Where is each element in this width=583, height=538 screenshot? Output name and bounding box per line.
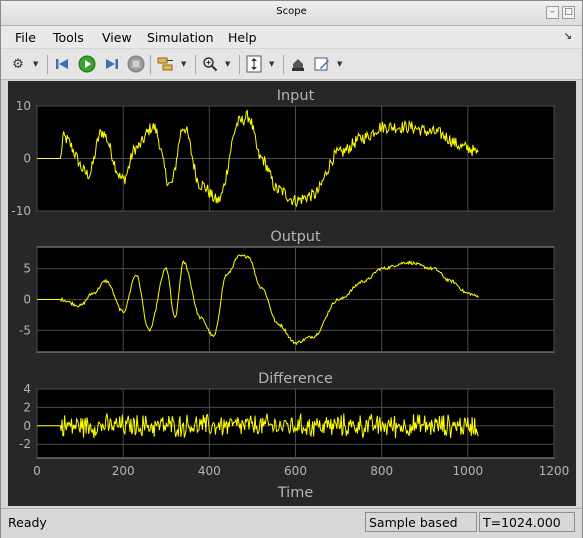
x-tick-label: 600	[284, 464, 307, 478]
y-tick-label: 0	[23, 152, 31, 166]
signal-select-icon[interactable]	[156, 54, 176, 74]
x-tick-label: 800	[370, 464, 393, 478]
zoom-dropdown-icon[interactable]: ▼	[225, 60, 230, 68]
x-tick-label: 400	[198, 464, 221, 478]
status-time: T=1024.000	[479, 512, 575, 532]
scope-plots: -10010Input-505Output-2024Difference0 200…	[11, 88, 570, 501]
x-tick-label: 1000	[453, 464, 484, 478]
x-tick-label: 0	[33, 464, 41, 478]
run-icon[interactable]	[78, 54, 96, 74]
y-tick-label: 4	[23, 382, 31, 396]
step-back-icon[interactable]	[53, 54, 71, 74]
x-tick-label: 200	[112, 464, 135, 478]
menu-simulation[interactable]: Simulation	[147, 30, 214, 45]
y-tick-label: -10	[11, 204, 31, 218]
plot-title: Difference	[258, 371, 333, 387]
scope-window: Scope – □ File Tools View Simulation Hel…	[0, 0, 583, 538]
edit-dropdown-icon[interactable]: ▼	[337, 60, 342, 68]
autoscale-dropdown-icon[interactable]: ▼	[269, 60, 274, 68]
plot-area: -10 0 10 Input -5 0 5 Output -2 0 2 4 Difference 0 200…	[8, 81, 576, 506]
highlight-icon[interactable]	[289, 54, 307, 74]
menu-file[interactable]: File	[15, 30, 36, 45]
y-tick-label: 0	[23, 419, 31, 433]
y-tick-label: -2	[19, 437, 31, 451]
step-forward-icon[interactable]	[103, 54, 121, 74]
x-axis-label: Time	[277, 485, 314, 501]
status-mode: Sample based	[365, 512, 477, 532]
maximize-icon[interactable]: □	[562, 6, 575, 19]
autoscale-icon[interactable]	[245, 54, 263, 74]
undock-icon[interactable]: ↘	[564, 31, 572, 42]
minimize-icon[interactable]: –	[546, 6, 559, 19]
status-state: Ready	[8, 515, 47, 530]
toolbar-separator	[239, 55, 240, 74]
menu-bar: File Tools View Simulation Help ↘	[1, 26, 582, 48]
menu-help[interactable]: Help	[228, 30, 257, 45]
toolbar-separator	[195, 55, 196, 74]
toolbar-separator	[283, 55, 284, 74]
gear-dropdown-icon[interactable]: ▼	[33, 60, 38, 68]
toolbar-separator	[47, 55, 48, 74]
gear-icon[interactable]: ⚙	[9, 54, 27, 74]
toolbar: ⚙ ▼ ▼ ▼ ▼ ▼	[1, 49, 582, 80]
signal-select-dropdown-icon[interactable]: ▼	[181, 60, 186, 68]
y-tick-label: 0	[23, 293, 31, 307]
stop-icon[interactable]	[127, 54, 145, 74]
y-tick-label: 2	[23, 400, 31, 414]
edit-icon[interactable]	[313, 54, 331, 74]
plot-title: Input	[277, 88, 315, 104]
window-title: Scope	[276, 6, 307, 17]
plot-title: Output	[270, 229, 321, 245]
menu-tools[interactable]: Tools	[53, 30, 84, 45]
zoom-in-icon[interactable]	[201, 54, 219, 74]
toolbar-separator	[150, 55, 151, 74]
y-tick-label: 10	[16, 99, 31, 113]
title-bar: Scope – □	[1, 1, 582, 26]
status-bar: Ready Sample based T=1024.000	[1, 508, 582, 538]
menu-view[interactable]: View	[102, 30, 132, 45]
y-tick-label: -5	[19, 323, 31, 337]
y-tick-label: 5	[23, 262, 31, 276]
x-tick-label: 1200	[539, 464, 570, 478]
